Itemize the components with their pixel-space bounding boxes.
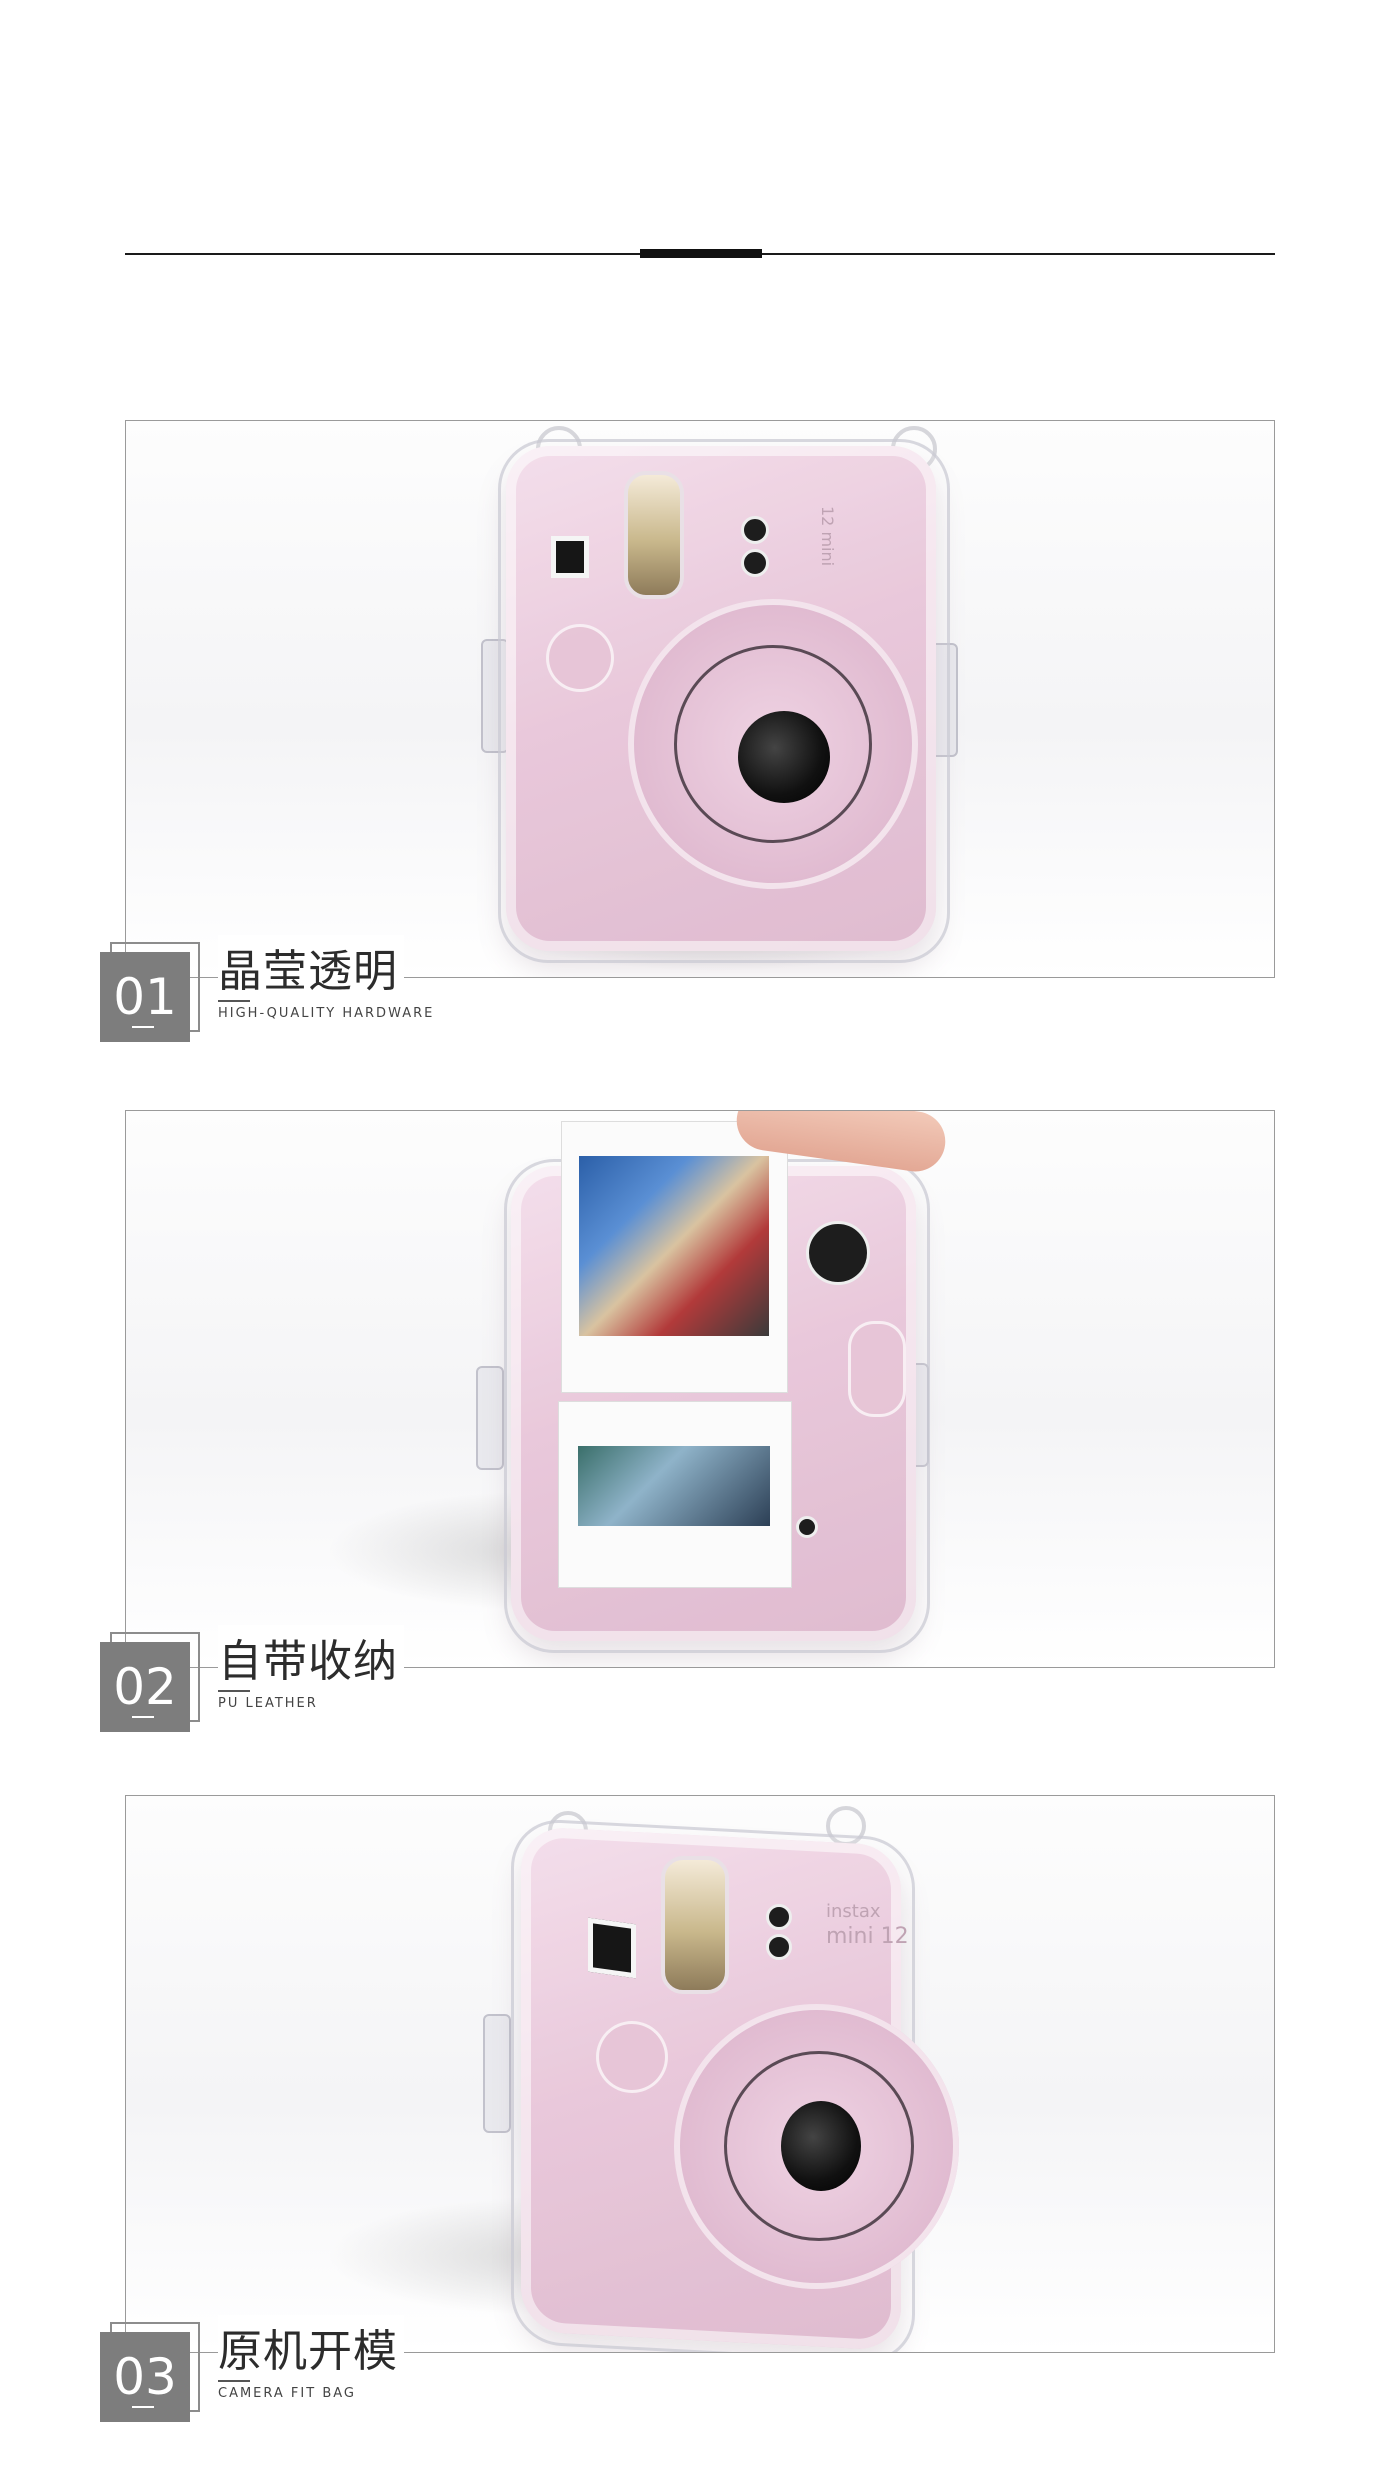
- flash-icon: [661, 1856, 729, 1994]
- photo-image-2: [578, 1446, 770, 1526]
- section-subtitle: CAMERA FIT BAG: [218, 2386, 356, 2401]
- section-number: 01: [113, 968, 177, 1026]
- product-image-frame-2: [125, 1110, 1275, 1668]
- section-subtitle: HIGH-QUALITY HARDWARE: [218, 1006, 435, 1021]
- section-subtitle: PU LEATHER: [218, 1696, 318, 1711]
- screw-icon: [796, 1516, 818, 1538]
- camera-brand-label: instax: [826, 1901, 881, 1922]
- shutter-button-icon: [546, 624, 614, 692]
- section-title: 晶莹透明: [218, 935, 404, 999]
- section-title: 原机开模: [218, 2315, 404, 2379]
- sensor-top-icon: [741, 516, 769, 544]
- flash-icon: [624, 471, 684, 599]
- sensor-bottom-icon: [766, 1934, 792, 1960]
- viewfinder-icon: [551, 536, 589, 578]
- viewfinder-lens-icon: [806, 1221, 870, 1285]
- camera-model-label: mini 12: [826, 1924, 909, 1949]
- viewfinder-icon: [588, 1917, 636, 1979]
- lens-icon: [738, 711, 830, 803]
- lens-icon: [781, 2101, 861, 2191]
- product-image-frame-1: 12 mini: [125, 420, 1275, 978]
- number-underline: [132, 1026, 154, 1028]
- side-clip-left: [476, 1366, 504, 1470]
- subtitle-dash: [218, 2380, 250, 2382]
- subtitle-dash: [218, 1690, 250, 1692]
- subtitle-dash: [218, 1000, 250, 1002]
- divider-accent: [640, 249, 762, 258]
- photo-image: [579, 1156, 769, 1336]
- product-image-frame-3: instax mini 12: [125, 1795, 1275, 2353]
- section-number: 02: [113, 1658, 177, 1716]
- camera-model-label: 12 mini: [818, 506, 837, 567]
- side-clip-left: [483, 2014, 511, 2133]
- shutter-button-icon: [596, 2021, 668, 2093]
- sensor-top-icon: [766, 1904, 792, 1930]
- number-underline: [132, 2406, 154, 2408]
- section-number: 03: [113, 2348, 177, 2406]
- number-underline: [132, 1716, 154, 1718]
- section-title: 自带收纳: [218, 1625, 404, 1689]
- sensor-bottom-icon: [741, 549, 769, 577]
- shutter-button-icon: [848, 1321, 906, 1417]
